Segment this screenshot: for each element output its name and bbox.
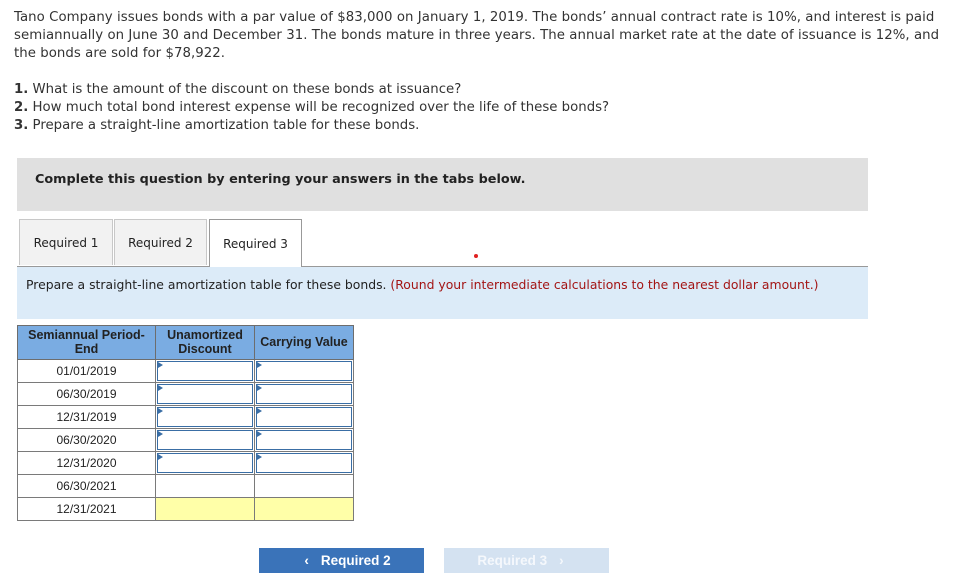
question-text: How much total bond interest expense wil… — [28, 100, 610, 115]
question-text: What is the amount of the discount on th… — [28, 82, 462, 97]
discount-cell — [155, 428, 255, 452]
discount-cell — [155, 451, 255, 475]
problem-statement: Tano Company issues bonds with a par val… — [14, 9, 944, 63]
table-row: 01/01/2019 — [17, 359, 354, 383]
period-date: 12/31/2020 — [17, 451, 156, 475]
next-button-label: Required 3 — [477, 553, 548, 568]
tab-required-1[interactable]: Required 1 — [19, 219, 113, 265]
chevron-left-icon: ‹ — [304, 553, 309, 568]
input-marker-icon — [158, 454, 163, 460]
input-marker-icon — [158, 431, 163, 437]
carrying-cell — [254, 428, 354, 452]
prompt-main: Prepare a straight-line amortization tab… — [26, 277, 391, 292]
carrying-input[interactable] — [256, 453, 352, 473]
header-carrying-value: Carrying Value — [254, 325, 354, 360]
question-list: 1. What is the amount of the discount on… — [14, 81, 609, 135]
discount-cell — [155, 405, 255, 429]
indicator-dot — [474, 254, 478, 258]
input-marker-icon — [257, 362, 262, 368]
discount-input[interactable] — [157, 384, 253, 404]
question-number: 2. — [14, 100, 29, 115]
input-marker-icon — [257, 454, 262, 460]
question-number: 3. — [14, 118, 29, 133]
next-required-button[interactable]: Required 3 › — [444, 548, 609, 573]
tab-label: Required 2 — [128, 235, 193, 250]
input-marker-icon — [158, 385, 163, 391]
input-marker-icon — [158, 408, 163, 414]
input-marker-icon — [158, 362, 163, 368]
prompt-note: (Round your intermediate calculations to… — [390, 277, 819, 292]
table-header-row: Semiannual Period-End Unamortized Discou… — [17, 325, 354, 360]
carrying-cell — [254, 382, 354, 406]
question-number: 1. — [14, 82, 29, 97]
tab-label: Required 1 — [33, 235, 99, 250]
question-item: 1. What is the amount of the discount on… — [14, 81, 609, 99]
input-marker-icon — [257, 431, 262, 437]
prompt-banner: Prepare a straight-line amortization tab… — [17, 267, 868, 319]
input-marker-icon — [257, 408, 262, 414]
discount-cell — [155, 474, 255, 498]
chevron-right-icon: › — [559, 553, 564, 568]
period-date: 12/31/2021 — [17, 497, 156, 521]
carrying-cell — [254, 405, 354, 429]
period-date: 06/30/2019 — [17, 382, 156, 406]
discount-input[interactable] — [157, 407, 253, 427]
table-row: 06/30/2021 — [17, 474, 354, 498]
carrying-input[interactable] — [256, 407, 352, 427]
discount-cell — [155, 382, 255, 406]
period-date: 12/31/2019 — [17, 405, 156, 429]
carrying-cell — [254, 359, 354, 383]
carrying-input[interactable] — [256, 361, 352, 381]
discount-cell — [155, 359, 255, 383]
previous-button-label: Required 2 — [320, 553, 391, 568]
discount-input[interactable] — [157, 361, 253, 381]
tab-required-3[interactable]: Required 3 — [209, 219, 302, 267]
table-row: 06/30/2019 — [17, 382, 354, 406]
period-date: 06/30/2020 — [17, 428, 156, 452]
header-period-end: Semiannual Period-End — [17, 325, 156, 360]
period-date: 01/01/2019 — [17, 359, 156, 383]
carrying-cell — [254, 474, 354, 498]
input-marker-icon — [257, 385, 262, 391]
discount-input[interactable] — [157, 430, 253, 450]
carrying-input[interactable] — [256, 384, 352, 404]
question-item: 3. Prepare a straight-line amortization … — [14, 117, 609, 135]
header-unamortized-discount: Unamortized Discount — [155, 325, 255, 360]
amortization-table: Semiannual Period-End Unamortized Discou… — [17, 325, 354, 521]
table-row: 12/31/2021 — [17, 497, 354, 521]
prompt-text: Prepare a straight-line amortization tab… — [26, 277, 826, 293]
table-row: 12/31/2019 — [17, 405, 354, 429]
problem-text: Tano Company issues bonds with a par val… — [14, 10, 940, 61]
table-row: 06/30/2020 — [17, 428, 354, 452]
instruction-text: Complete this question by entering your … — [35, 172, 526, 187]
discount-total-cell — [155, 497, 255, 521]
question-item: 2. How much total bond interest expense … — [14, 99, 609, 117]
period-date: 06/30/2021 — [17, 474, 156, 498]
tab-label: Required 3 — [223, 236, 288, 251]
table-row: 12/31/2020 — [17, 451, 354, 475]
question-text: Prepare a straight-line amortization tab… — [28, 118, 420, 133]
carrying-total-cell — [254, 497, 354, 521]
carrying-input[interactable] — [256, 430, 352, 450]
tab-required-2[interactable]: Required 2 — [114, 219, 207, 265]
discount-input[interactable] — [157, 453, 253, 473]
previous-required-button[interactable]: ‹ Required 2 — [259, 548, 424, 573]
carrying-cell — [254, 451, 354, 475]
instruction-banner: Complete this question by entering your … — [17, 158, 868, 211]
